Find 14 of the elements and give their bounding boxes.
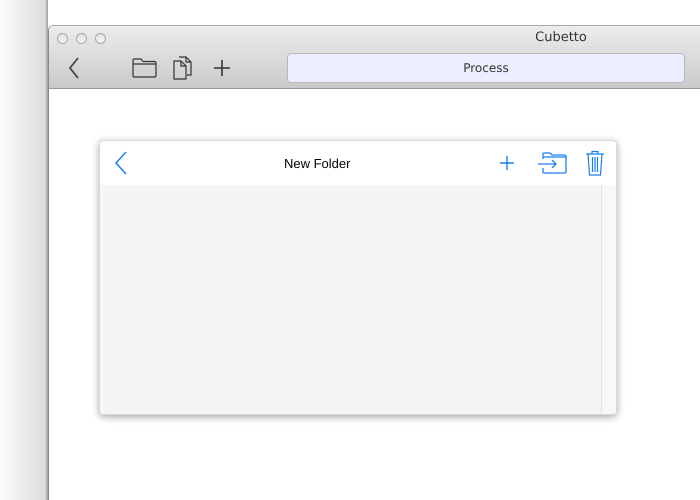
zoom-button[interactable]	[95, 32, 106, 44]
window-title: Cubetto	[535, 30, 587, 45]
trash-icon[interactable]	[585, 150, 605, 176]
back-icon[interactable]	[114, 151, 127, 175]
back-icon[interactable]	[68, 57, 80, 79]
folder-icon[interactable]	[132, 58, 157, 78]
close-button[interactable]	[57, 32, 68, 44]
documents-icon[interactable]	[173, 56, 193, 80]
panel-title: New Folder	[284, 156, 352, 170]
minimize-button[interactable]	[76, 32, 87, 44]
move-to-folder-icon[interactable]	[537, 152, 567, 174]
add-icon[interactable]	[499, 155, 515, 171]
add-icon[interactable]	[213, 59, 231, 77]
path-field[interactable]: Process	[287, 53, 685, 83]
